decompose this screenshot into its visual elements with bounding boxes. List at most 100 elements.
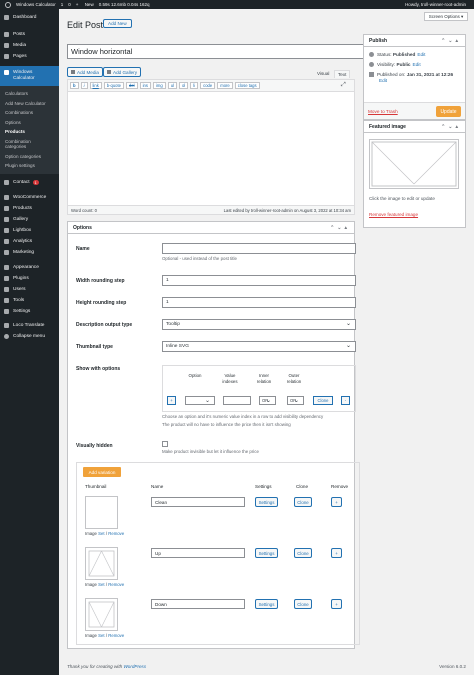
- visually-hidden-checkbox[interactable]: [162, 441, 168, 447]
- sidebar-item-appearance[interactable]: Appearance: [0, 262, 59, 273]
- variation-clone-button[interactable]: Clone: [294, 599, 312, 609]
- sidebar-item-pages[interactable]: Pages: [0, 51, 59, 62]
- remove-featured-link[interactable]: Remove featured image: [369, 212, 418, 217]
- edit-status-link[interactable]: Edit: [417, 52, 425, 57]
- variation-remove-button[interactable]: +: [331, 497, 342, 507]
- remove-image-link[interactable]: Remove: [108, 633, 124, 638]
- variation-thumbnail[interactable]: [85, 547, 118, 580]
- variation-remove-button[interactable]: +: [331, 548, 342, 558]
- sidebar-item-analytics[interactable]: Analytics: [0, 236, 59, 247]
- qt-code-button[interactable]: code: [200, 82, 216, 89]
- description-type-select[interactable]: Tooltip: [162, 319, 356, 330]
- qt-li-button[interactable]: li: [190, 82, 199, 89]
- value-indexes-input[interactable]: [223, 396, 251, 405]
- sidebar-item-plugins[interactable]: Plugins: [0, 273, 59, 284]
- variation-settings-button[interactable]: Settings: [255, 599, 278, 609]
- variation-settings-button[interactable]: Settings: [255, 548, 278, 558]
- sidebar-item-tools[interactable]: Tools: [0, 295, 59, 306]
- variation-name-input[interactable]: Clean: [151, 497, 245, 507]
- submenu-combinations[interactable]: Combinations: [0, 108, 59, 118]
- add-dependency-button[interactable]: +: [167, 396, 176, 405]
- sidebar-item-woocommerce[interactable]: WooCommerce: [0, 192, 59, 203]
- sidebar-item-dashboard[interactable]: Dashboard: [0, 12, 59, 23]
- set-image-link[interactable]: Set: [98, 582, 104, 587]
- sidebar-item-media[interactable]: Media: [0, 40, 59, 51]
- edit-visibility-link[interactable]: Edit: [413, 62, 421, 67]
- thumbnail-type-select[interactable]: Inline SVG: [162, 341, 356, 352]
- qt-bold-button[interactable]: b: [70, 82, 79, 89]
- submenu-plugin-settings[interactable]: Plugin settings: [0, 161, 59, 171]
- submenu-calculators[interactable]: Calculators: [0, 89, 59, 99]
- submenu-products[interactable]: Products: [0, 127, 59, 137]
- inner-relation-select[interactable]: OR: [259, 396, 276, 405]
- clone-dependency-button[interactable]: Clone: [313, 396, 333, 405]
- add-media-button[interactable]: Add Media: [67, 67, 103, 77]
- remove-image-link[interactable]: Remove: [108, 582, 124, 587]
- outer-relation-select[interactable]: OR: [287, 396, 304, 405]
- wordpress-link[interactable]: WordPress: [123, 664, 146, 669]
- qt-ul-button[interactable]: ul: [167, 82, 177, 89]
- remove-image-link[interactable]: Remove: [108, 531, 124, 536]
- qt-italic-button[interactable]: i: [80, 82, 88, 89]
- sidebar-item-contact[interactable]: Contact 1: [0, 177, 59, 188]
- tab-text[interactable]: Text: [334, 70, 351, 78]
- add-new-button[interactable]: Add New: [103, 19, 132, 28]
- set-image-link[interactable]: Set: [98, 531, 104, 536]
- remove-dependency-button[interactable]: -: [341, 396, 350, 405]
- move-to-trash-link[interactable]: Move to Trash: [368, 109, 398, 114]
- add-gallery-button[interactable]: Add Gallery: [103, 67, 142, 77]
- site-name-link[interactable]: Windows Calculator: [16, 2, 56, 7]
- box-controls-icon[interactable]: ⌃⌄▴: [441, 124, 461, 130]
- option-select[interactable]: [185, 396, 215, 405]
- variation-name-input[interactable]: Down: [151, 599, 245, 609]
- qt-more-button[interactable]: more: [217, 82, 233, 89]
- box-controls-icon[interactable]: ⌃⌄▴: [330, 225, 350, 231]
- updates-count[interactable]: 1: [61, 2, 64, 7]
- set-image-link[interactable]: Set: [98, 633, 104, 638]
- sidebar-item-users[interactable]: Users: [0, 284, 59, 295]
- variation-name-input[interactable]: Up: [151, 548, 245, 558]
- fullscreen-icon[interactable]: ⤢: [341, 82, 348, 89]
- submenu-options[interactable]: Options: [0, 118, 59, 128]
- sidebar-collapse-menu[interactable]: Collapse menu: [0, 331, 59, 342]
- featured-image-thumbnail[interactable]: [369, 139, 459, 189]
- variation-clone-button[interactable]: Clone: [294, 548, 312, 558]
- edit-date-link[interactable]: Edit: [379, 78, 387, 83]
- submenu-add-new-calculator[interactable]: Add New Calculator: [0, 99, 59, 109]
- variation-remove-button[interactable]: +: [331, 599, 342, 609]
- sidebar-item-settings[interactable]: Settings: [0, 306, 59, 317]
- variation-thumbnail[interactable]: [85, 496, 118, 529]
- name-input[interactable]: [162, 243, 356, 254]
- comments-count[interactable]: 0: [68, 2, 71, 7]
- qt-link-button[interactable]: link: [89, 82, 102, 89]
- update-button[interactable]: Update: [436, 106, 461, 117]
- variation-settings-button[interactable]: Settings: [255, 497, 278, 507]
- add-variation-button[interactable]: Add variation: [83, 467, 121, 477]
- perf-stats[interactable]: 0.59s 12.6mb 0.04s 162q: [99, 2, 150, 7]
- new-content-link[interactable]: + New: [76, 2, 94, 7]
- sidebar-item-loco-translate[interactable]: Loco Translate: [0, 320, 59, 331]
- sidebar-item-windows-calculator[interactable]: Windows Calculator: [0, 66, 59, 86]
- wordpress-icon[interactable]: [5, 1, 11, 8]
- content-editor[interactable]: b i link b-quote del ins img ul ol li co…: [67, 79, 355, 215]
- howdy-user[interactable]: Howdy, troll-winner-root-admin: [405, 2, 466, 7]
- submenu-combination-categories[interactable]: Combination categories: [0, 137, 42, 152]
- screen-options-button[interactable]: Screen Options ▾: [424, 12, 468, 21]
- variation-clone-button[interactable]: Clone: [294, 497, 312, 507]
- qt-bquote-button[interactable]: b-quote: [103, 82, 124, 89]
- sidebar-item-products[interactable]: Products: [0, 203, 59, 214]
- submenu-option-categories[interactable]: Option categories: [0, 152, 59, 162]
- width-step-input[interactable]: 1: [162, 275, 356, 286]
- qt-close-tags-button[interactable]: close tags: [234, 82, 260, 89]
- height-step-input[interactable]: 1: [162, 297, 356, 308]
- sidebar-item-gallery[interactable]: Gallery: [0, 214, 59, 225]
- qt-del-button[interactable]: del: [126, 82, 138, 89]
- qt-ol-button[interactable]: ol: [178, 82, 189, 89]
- tab-visual[interactable]: Visual: [314, 70, 333, 77]
- variation-thumbnail[interactable]: [85, 598, 118, 631]
- sidebar-item-lightbox[interactable]: Lightbox: [0, 225, 59, 236]
- qt-ins-button[interactable]: ins: [139, 82, 151, 89]
- sidebar-item-posts[interactable]: Posts: [0, 29, 59, 40]
- box-controls-icon[interactable]: ⌃⌄▴: [441, 38, 461, 44]
- qt-img-button[interactable]: img: [152, 82, 166, 89]
